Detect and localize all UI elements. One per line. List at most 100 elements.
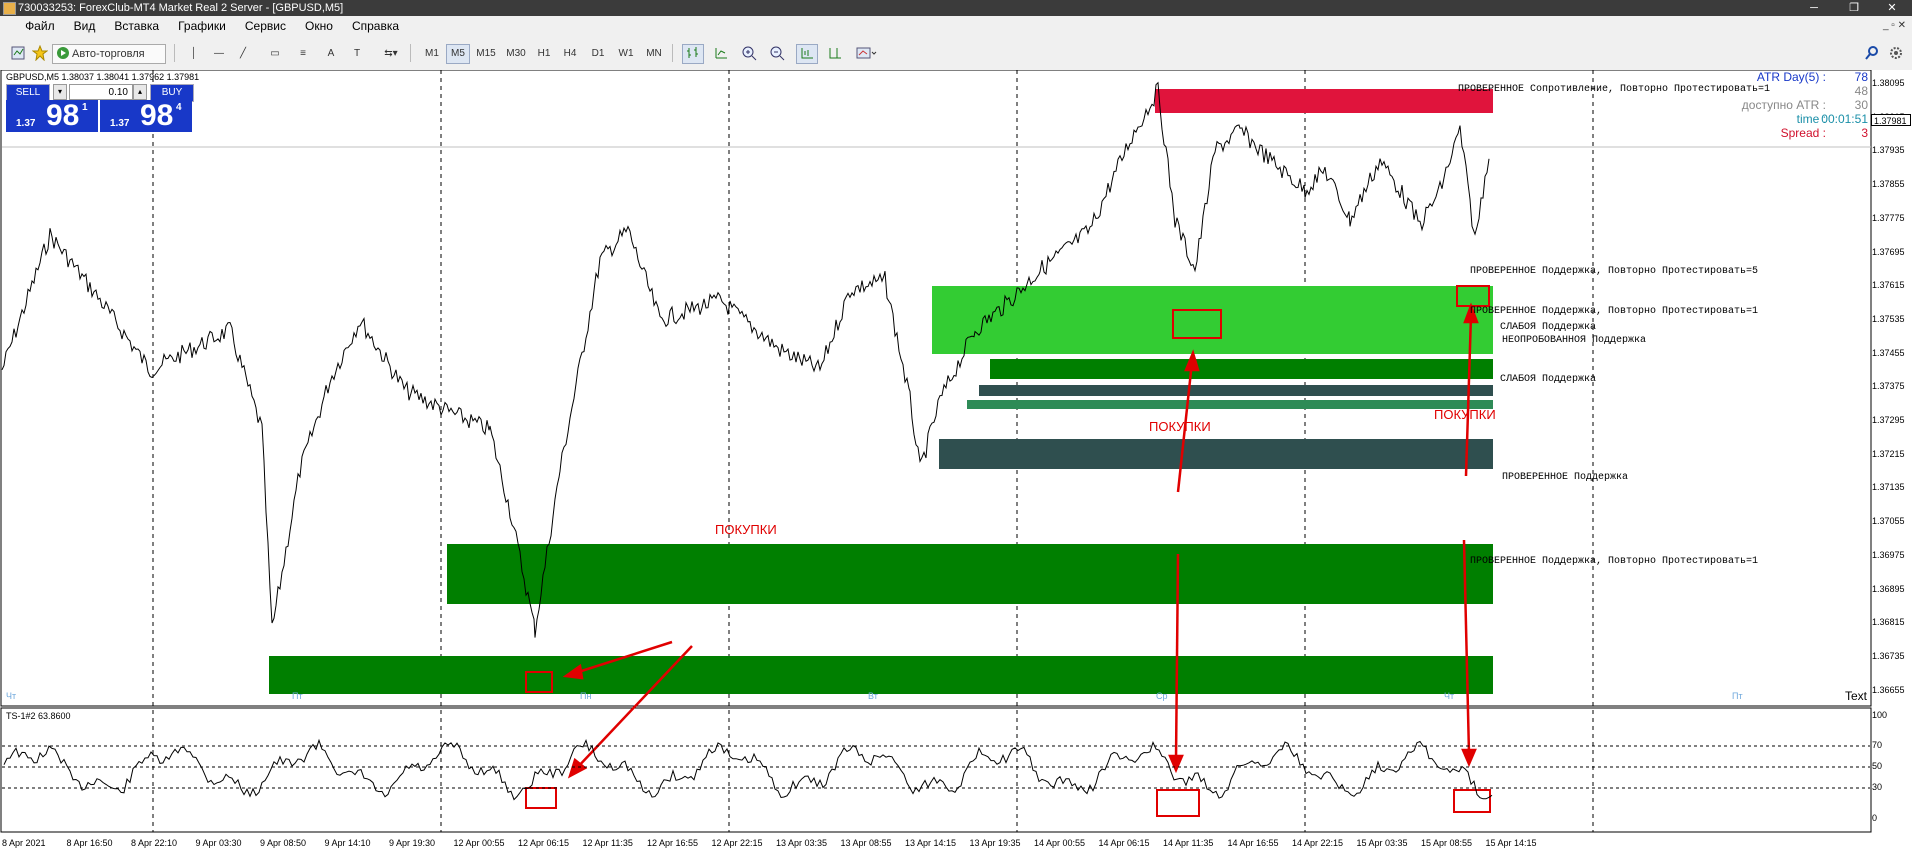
- candle-chart-icon[interactable]: [710, 44, 732, 64]
- annotation-buy-1: ПОКУПКИ: [715, 522, 777, 537]
- time-axis-label: 14 Apr 22:15: [1292, 838, 1344, 848]
- new-order-icon[interactable]: [8, 44, 28, 64]
- tf-h1[interactable]: H1: [532, 44, 556, 64]
- price-axis-label: 1.36655: [1872, 684, 1905, 695]
- support-zone-1: [990, 359, 1493, 379]
- menu-window[interactable]: Окно: [297, 16, 341, 36]
- indicator-title: TS-1#2 63.8600: [6, 711, 71, 721]
- tf-m1[interactable]: M1: [420, 44, 444, 64]
- chart-window[interactable]: GBPUSD,M5 1.38037 1.38041 1.37962 1.3798…: [0, 70, 1912, 860]
- tf-m15[interactable]: M15: [472, 44, 500, 64]
- atr-row2-value: 48: [1854, 84, 1868, 98]
- tf-d1[interactable]: D1: [586, 44, 610, 64]
- horizontal-line-icon[interactable]: —: [210, 44, 228, 64]
- ind-level-0: 0: [1872, 813, 1878, 823]
- menu-file[interactable]: Файл: [17, 16, 63, 36]
- time-axis-label: 12 Apr 00:55: [453, 838, 505, 848]
- ind-level-30: 30: [1872, 782, 1883, 792]
- window-title: 730033253: ForexClub-MT4 Market Real 2 S…: [18, 2, 344, 14]
- untested-support-zone: [967, 400, 1493, 409]
- main-chart-area: [0, 70, 1872, 707]
- atr-value: 78: [1854, 70, 1868, 84]
- time-axis-label: 14 Apr 00:55: [1034, 838, 1086, 848]
- menu-view[interactable]: Вид: [66, 16, 104, 36]
- resistance-zone: [1155, 89, 1493, 113]
- time-axis-label: 13 Apr 03:35: [776, 838, 828, 848]
- menu-help[interactable]: Справка: [344, 16, 407, 36]
- available-atr-label: доступно ATR :: [1741, 98, 1826, 112]
- tf-m5[interactable]: M5: [446, 44, 470, 64]
- price-axis-label: 1.37295: [1872, 415, 1905, 425]
- proven-support-zone: [447, 544, 1493, 604]
- tf-m30[interactable]: M30: [502, 44, 530, 64]
- atr-label: ATR Day(5) :: [1756, 70, 1826, 84]
- ind-level-100: 100: [1872, 710, 1888, 720]
- time-axis-label: 9 Apr 08:50: [260, 838, 307, 848]
- price-axis-label: 1.37375: [1872, 381, 1905, 392]
- bar-chart-icon[interactable]: [682, 44, 704, 64]
- tf-mn[interactable]: MN: [642, 44, 666, 64]
- chart-canvas[interactable]: [0, 70, 1912, 860]
- favorites-star-icon[interactable]: [30, 44, 50, 64]
- time-value: 00:01:51: [1821, 112, 1868, 126]
- lot-size-input[interactable]: 0.10: [69, 84, 133, 100]
- price-axis-label: 1.37135: [1872, 482, 1905, 493]
- time-axis-label: 12 Apr 22:15: [711, 838, 763, 848]
- time-axis-label: 14 Apr 06:15: [1098, 838, 1150, 848]
- lot-increase-icon[interactable]: ▴: [133, 84, 147, 100]
- text-label-icon[interactable]: T: [348, 44, 366, 64]
- toolbar: Авто-торговля │ — ╱ ▭ ≡ A T ⇆▾ M1 M5 M15…: [0, 36, 1912, 71]
- time-axis-label: 9 Apr 03:30: [195, 838, 242, 848]
- cursor-line-icon[interactable]: │: [186, 44, 202, 64]
- time-axis-label: 13 Apr 19:35: [969, 838, 1021, 848]
- spread-label: Spread :: [1780, 126, 1826, 140]
- zoom-in-icon[interactable]: [738, 44, 760, 64]
- weak-support-zone-1: [979, 385, 1493, 396]
- arrows-dropdown-icon[interactable]: ⇆▾: [378, 44, 404, 64]
- price-axis-label: 1.37935: [1872, 145, 1905, 156]
- fibo-icon[interactable]: ≡: [294, 44, 312, 64]
- autotrading-button[interactable]: Авто-торговля: [52, 44, 166, 64]
- lot-decrease-icon[interactable]: ▾: [53, 84, 67, 100]
- indicators-dropdown-icon[interactable]: [852, 44, 880, 64]
- time-axis-label: 13 Apr 08:55: [840, 838, 892, 848]
- channel-icon[interactable]: ▭: [266, 44, 284, 64]
- close-button[interactable]: ✕: [1872, 0, 1912, 16]
- price-axis-label: 1.37615: [1872, 280, 1905, 291]
- app-icon: [3, 2, 16, 15]
- annotation-buy-2: ПОКУПКИ: [1149, 419, 1211, 434]
- autoscroll-icon[interactable]: [796, 44, 818, 64]
- zone-label-resistance: ПРОВЕРЕННОЕ Сопротивление, Повторно Прот…: [1458, 84, 1771, 95]
- symbol-quote-line: GBPUSD,M5 1.38037 1.38041 1.37962 1.3798…: [6, 72, 200, 82]
- menu-insert[interactable]: Вставка: [106, 16, 167, 36]
- minimize-button[interactable]: ─: [1794, 0, 1834, 16]
- zoom-out-icon[interactable]: [766, 44, 788, 64]
- time-axis-label: 14 Apr 11:35: [1163, 838, 1214, 848]
- buy-price-prefix: 1.37: [110, 118, 130, 129]
- day-label-4: Ср: [1156, 691, 1168, 701]
- tf-w1[interactable]: W1: [614, 44, 638, 64]
- price-axis-label: 1.37855: [1872, 179, 1905, 190]
- menu-tools[interactable]: Сервис: [237, 16, 294, 36]
- zone-label-support-1a: ПРОВЕРЕННОЕ Поддержка, Повторно Протести…: [1470, 306, 1759, 317]
- title-bar: 730033253: ForexClub-MT4 Market Real 2 S…: [0, 0, 1912, 16]
- ind-level-50: 50: [1872, 761, 1883, 771]
- maximize-button[interactable]: ❐: [1834, 0, 1874, 16]
- search-icon[interactable]: [1862, 44, 1882, 64]
- price-axis-label: 1.37055: [1872, 516, 1905, 527]
- buy-price-button[interactable]: 1.37 98 4: [100, 100, 192, 132]
- time-axis-label: 12 Apr 16:55: [647, 838, 699, 848]
- menu-charts[interactable]: Графики: [170, 16, 234, 36]
- day-label-0: Чт: [6, 691, 17, 701]
- chart-shift-icon[interactable]: [824, 44, 846, 64]
- settings-gear-icon[interactable]: [1886, 44, 1906, 64]
- zone-label-weak-1: СЛАБОЯ Поддержка: [1500, 322, 1597, 333]
- mdi-controls[interactable]: _ ▫ ✕: [1883, 16, 1906, 36]
- text-object-label: Text: [1845, 689, 1868, 703]
- text-icon[interactable]: A: [322, 44, 340, 64]
- trendline-icon[interactable]: ╱: [234, 44, 252, 64]
- tf-h4[interactable]: H4: [558, 44, 582, 64]
- sell-price-button[interactable]: 1.37 98 1: [6, 100, 98, 132]
- buy-price-big: 98: [140, 99, 174, 132]
- time-axis-label: 15 Apr 14:15: [1485, 838, 1537, 848]
